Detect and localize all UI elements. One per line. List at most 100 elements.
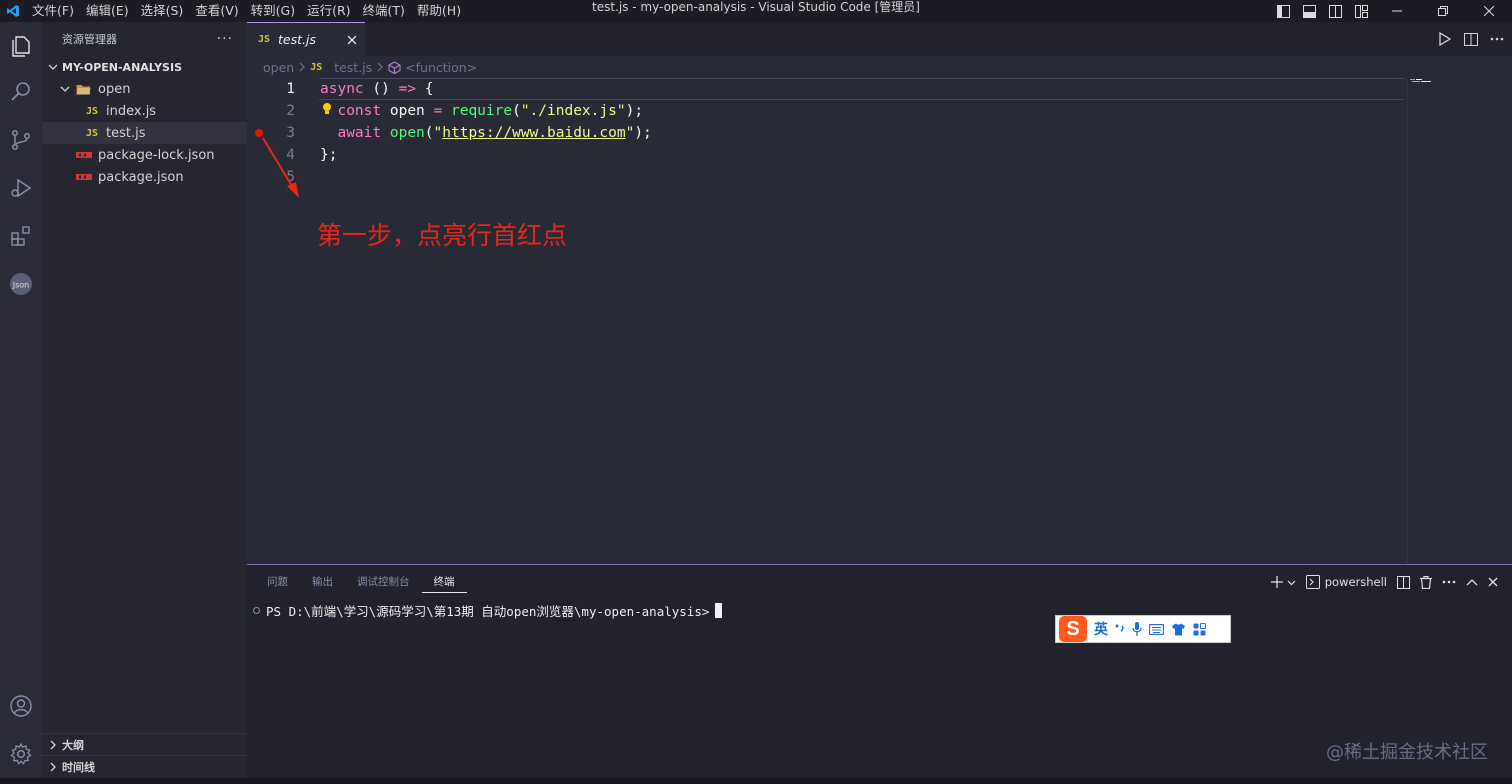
explorer-icon[interactable]: [0, 24, 42, 68]
menu-view[interactable]: 查看(V): [189, 0, 244, 22]
toggle-panel-icon[interactable]: [1296, 3, 1322, 19]
json-extension-icon[interactable]: Json: [0, 262, 42, 306]
run-and-debug-icon[interactable]: [0, 166, 42, 210]
breadcrumb-symbol[interactable]: <function>: [405, 60, 477, 75]
tab-test-js[interactable]: JS test.js: [247, 22, 365, 56]
chevron-down-icon: [60, 84, 76, 94]
split-terminal-icon[interactable]: [1397, 575, 1410, 589]
code-text: };: [320, 147, 338, 163]
account-icon[interactable]: [0, 684, 42, 728]
tab-terminal[interactable]: 终端: [421, 572, 467, 593]
menu-terminal[interactable]: 终端(T): [357, 0, 411, 22]
menu-run[interactable]: 运行(R): [301, 0, 356, 22]
explorer-more-actions-button[interactable]: ···: [217, 31, 233, 47]
settings-gear-icon[interactable]: [0, 732, 42, 776]
punctuation-icon[interactable]: [1115, 623, 1125, 635]
code-line: 3 await open("https://www.baidu.com");: [247, 122, 1407, 144]
source-control-icon[interactable]: [0, 118, 42, 162]
editor-tab-bar: JS test.js: [247, 22, 1512, 56]
code-line: 4 };: [247, 144, 1407, 166]
run-code-icon[interactable]: [1436, 30, 1454, 48]
tree-file-package-lock-json[interactable]: package-lock.json: [42, 144, 247, 166]
skin-shirt-icon[interactable]: [1171, 623, 1186, 636]
annotation-text: 第一步，点亮行首红点: [317, 221, 568, 250]
project-root[interactable]: MY-OPEN-ANALYSIS: [42, 56, 247, 78]
tree-folder-open[interactable]: open: [42, 78, 247, 100]
toolbox-grid-icon[interactable]: [1193, 622, 1206, 636]
folder-name: open: [98, 81, 131, 97]
ime-mode-label[interactable]: 英: [1094, 619, 1108, 639]
new-terminal-icon[interactable]: [1270, 576, 1283, 588]
maximize-panel-icon[interactable]: [1466, 578, 1478, 586]
chevron-down-icon: [48, 62, 62, 72]
terminal-prompt: PS D:\前端\学习\源码学习\第13期 自动open浏览器\my-open-…: [266, 604, 710, 619]
timeline-title: 时间线: [62, 760, 95, 774]
tree-file-test-js[interactable]: JS test.js: [42, 122, 247, 144]
tree-file-package-json[interactable]: package.json: [42, 166, 247, 188]
terminal-shell-name[interactable]: powershell: [1325, 575, 1387, 589]
panel-actions: powershell: [1270, 565, 1498, 599]
code-text: const open = require("./index.js");: [337, 103, 644, 119]
menu-selection[interactable]: 选择(S): [135, 0, 190, 22]
restore-icon[interactable]: [1420, 3, 1466, 19]
terminal-output[interactable]: PS D:\前端\学习\源码学习\第13期 自动open浏览器\my-open-…: [253, 601, 723, 620]
file-name: package-lock.json: [98, 147, 215, 163]
menu-file[interactable]: 文件(F): [26, 0, 80, 22]
minimize-icon[interactable]: [1374, 3, 1420, 19]
sogou-logo-icon: S: [1059, 616, 1087, 642]
tab-debug-console[interactable]: 调试控制台: [345, 565, 422, 599]
chevron-right-icon: [298, 62, 306, 72]
file-name: index.js: [106, 103, 157, 119]
vscode-logo-icon: [0, 0, 26, 22]
symbol-function-icon: [388, 60, 401, 74]
bottom-panel: 问题 输出 调试控制台 终端 powershell PS D:\前端\学习\源码…: [247, 564, 1512, 778]
extensions-icon[interactable]: [0, 214, 42, 258]
project-name: MY-OPEN-ANALYSIS: [62, 60, 182, 74]
menu-bar: 文件(F) 编辑(E) 选择(S) 查看(V) 转到(G) 运行(R) 终端(T…: [26, 0, 467, 22]
npm-file-icon: [76, 173, 98, 181]
more-actions-icon[interactable]: [1442, 580, 1456, 584]
outline-title: 大纲: [62, 738, 84, 752]
outline-section[interactable]: 大纲: [42, 733, 247, 755]
toggle-secondary-sidebar-icon[interactable]: [1322, 3, 1348, 19]
line-number: 2: [286, 103, 295, 119]
minimap-divider: [1407, 78, 1408, 564]
watermark: @稀土掘金技术社区: [1326, 742, 1488, 763]
status-bar: [0, 778, 1512, 784]
close-panel-icon[interactable]: [1488, 577, 1498, 587]
close-tab-icon[interactable]: [347, 35, 357, 45]
tree-file-index-js[interactable]: JS index.js: [42, 100, 247, 122]
code-editor[interactable]: 1 async () => { 2 const open = require("…: [247, 78, 1512, 564]
current-line-highlight: [319, 78, 1404, 100]
microphone-icon[interactable]: [1132, 622, 1142, 636]
chevron-right-icon: [376, 62, 384, 72]
editor-area: JS test.js open JS test.js <function> 1 …: [247, 22, 1512, 564]
split-editor-icon[interactable]: [1462, 30, 1480, 48]
menu-edit[interactable]: 编辑(E): [80, 0, 135, 22]
more-actions-icon[interactable]: [1488, 30, 1506, 48]
kill-terminal-icon[interactable]: [1420, 575, 1432, 589]
terminal-cursor: [715, 603, 723, 618]
ime-toolbar[interactable]: S 英: [1055, 615, 1231, 643]
js-file-icon: JS: [86, 127, 99, 139]
breadcrumb-file[interactable]: test.js: [334, 60, 372, 75]
svg-text:Json: Json: [12, 281, 30, 290]
menu-help[interactable]: 帮助(H): [411, 0, 467, 22]
breadcrumb-folder[interactable]: open: [263, 60, 294, 75]
chevron-down-icon[interactable]: [1287, 578, 1296, 587]
search-icon[interactable]: [0, 70, 42, 114]
tab-output[interactable]: 输出: [300, 565, 345, 599]
code-line: 1 async () => {: [247, 78, 1407, 100]
toggle-primary-sidebar-icon[interactable]: [1270, 3, 1296, 19]
timeline-section[interactable]: 时间线: [42, 755, 247, 777]
menu-go[interactable]: 转到(G): [245, 0, 301, 22]
customize-layout-icon[interactable]: [1348, 3, 1374, 19]
close-window-icon[interactable]: [1466, 3, 1512, 19]
folder-icon: [76, 83, 98, 95]
activity-bar: Json: [0, 22, 42, 778]
tab-problems[interactable]: 问题: [255, 565, 300, 599]
explorer-sidebar: 资源管理器 ··· MY-OPEN-ANALYSIS open JS index…: [42, 22, 247, 778]
js-file-icon: JS: [310, 61, 323, 73]
keyboard-icon[interactable]: [1149, 623, 1164, 635]
npm-file-icon: [76, 151, 98, 159]
